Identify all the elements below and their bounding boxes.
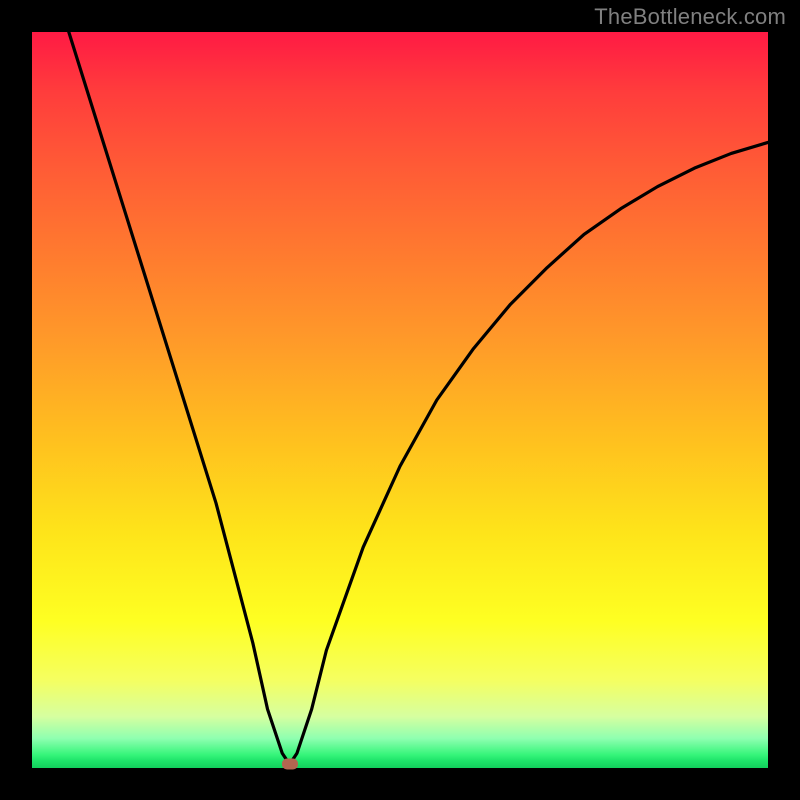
chart-frame: TheBottleneck.com — [0, 0, 800, 800]
watermark-text: TheBottleneck.com — [594, 4, 786, 30]
bottleneck-curve — [32, 32, 768, 768]
plot-area — [32, 32, 768, 768]
optimal-point-marker — [282, 758, 298, 769]
